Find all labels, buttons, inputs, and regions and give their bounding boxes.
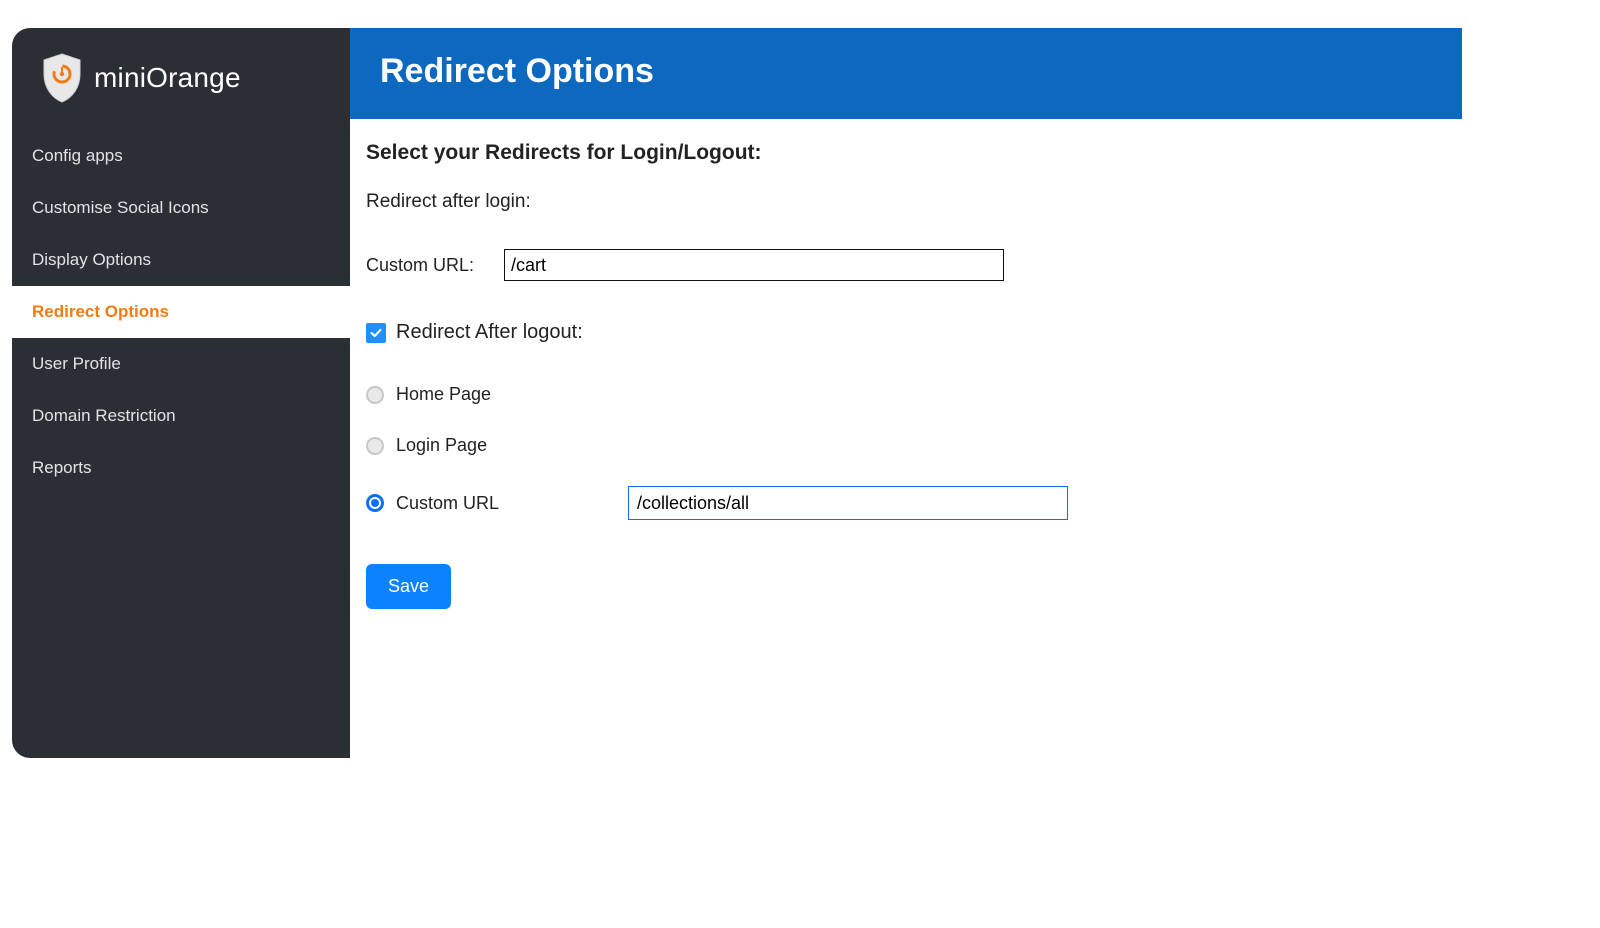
logout-radio-group: Home Page Login Page Custom URL (366, 384, 1446, 520)
custom-url-row: Custom URL: (366, 249, 1446, 281)
shield-icon (40, 52, 84, 104)
redirect-after-logout-label: Redirect After logout: (396, 321, 583, 344)
content: Select your Redirects for Login/Logout: … (350, 119, 1462, 639)
sidebar-nav: Config apps Customise Social Icons Displ… (12, 130, 350, 494)
sidebar: miniOrange Config apps Customise Social … (12, 28, 350, 758)
section-title: Select your Redirects for Login/Logout: (366, 141, 1446, 165)
radio-line-login: Login Page (366, 435, 1446, 456)
radio-line-home: Home Page (366, 384, 1446, 405)
sidebar-item-user-profile[interactable]: User Profile (12, 338, 350, 390)
sidebar-item-display-options[interactable]: Display Options (12, 234, 350, 286)
brand-name: miniOrange (94, 62, 241, 94)
sidebar-item-customise-social-icons[interactable]: Customise Social Icons (12, 182, 350, 234)
logout-custom-url-input[interactable] (628, 486, 1068, 520)
page-header: Redirect Options (350, 28, 1462, 119)
custom-url-label: Custom URL: (366, 255, 486, 276)
sidebar-item-reports[interactable]: Reports (12, 442, 350, 494)
sidebar-item-redirect-options[interactable]: Redirect Options (12, 286, 350, 338)
brand: miniOrange (12, 28, 350, 130)
sidebar-item-domain-restriction[interactable]: Domain Restriction (12, 390, 350, 442)
radio-home-page-label: Home Page (396, 384, 491, 405)
radio-login-page[interactable] (366, 437, 384, 455)
radio-custom-url[interactable] (366, 494, 384, 512)
save-button[interactable]: Save (366, 564, 451, 609)
login-custom-url-input[interactable] (504, 249, 1004, 281)
redirect-after-logout-checkbox[interactable] (366, 323, 386, 343)
main: Redirect Options Select your Redirects f… (350, 28, 1462, 758)
radio-home-page[interactable] (366, 386, 384, 404)
radio-login-page-label: Login Page (396, 435, 487, 456)
page-title: Redirect Options (380, 52, 1432, 91)
logout-checkbox-row: Redirect After logout: (366, 321, 1446, 344)
radio-custom-url-label: Custom URL (396, 493, 616, 514)
login-redirect-label: Redirect after login: (366, 191, 1446, 213)
radio-line-custom: Custom URL (366, 486, 1446, 520)
app-root: miniOrange Config apps Customise Social … (12, 28, 1462, 758)
sidebar-item-config-apps[interactable]: Config apps (12, 130, 350, 182)
